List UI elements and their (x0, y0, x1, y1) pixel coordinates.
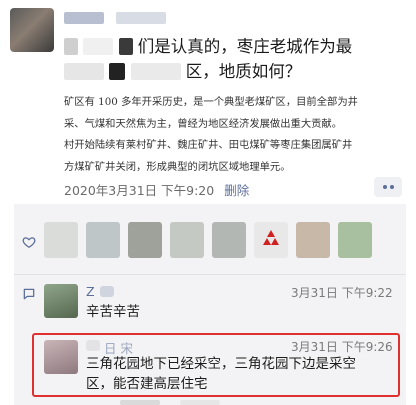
like-avatar[interactable] (128, 222, 162, 258)
like-avatar[interactable] (296, 222, 330, 258)
panel-divider (14, 274, 406, 275)
like-avatar[interactable] (212, 222, 246, 258)
like-avatar[interactable] (254, 222, 288, 258)
author-avatar[interactable] (10, 8, 54, 52)
excerpt-line: 方煤矿矿井关闭，形成典型的闭坑区域地理单元。 (64, 160, 291, 173)
dot-icon (382, 185, 387, 189)
post-title: 们是认真的，枣庄老城作为最 区，地质如何？ (64, 34, 404, 84)
author-name-redacted-2 (116, 12, 166, 24)
heart-icon (22, 237, 36, 249)
logo-icon (263, 230, 279, 245)
comment-icon (23, 288, 35, 300)
delete-link[interactable]: 删除 (224, 183, 249, 198)
commenter-avatar[interactable] (44, 284, 78, 318)
highlight-box (32, 333, 400, 397)
author-name-redacted[interactable] (64, 12, 104, 24)
post-meta: 2020年3月31日 下午9:20 删除 (64, 180, 249, 199)
post-timestamp: 2020年3月31日 下午9:20 (64, 183, 215, 198)
dot-icon (389, 185, 394, 189)
comment-time: 3月31日 下午9:22 (291, 286, 393, 300)
excerpt-line: 村开始陆续有莱村矿井、魏庄矿井、田屯煤矿等枣庄集团属矿井 (64, 139, 353, 151)
excerpt-line: 矿区有 100 多年开采历史，是一个典型老煤矿区，目前全部为井 (64, 96, 358, 108)
next-comment-avatar (180, 400, 220, 405)
more-options-button[interactable] (374, 177, 402, 197)
like-avatar[interactable] (170, 222, 204, 258)
like-avatar[interactable] (338, 222, 372, 258)
comment-text[interactable]: 辛苦辛苦 (86, 302, 140, 322)
next-comment-avatar (120, 400, 160, 405)
commenter-name[interactable]: Z (86, 284, 95, 299)
post-title-line2: 区，地质如何？ (185, 62, 302, 81)
like-avatar[interactable] (86, 222, 120, 258)
post-title-line1: 们是认真的，枣庄老城作为最 (137, 37, 353, 56)
article-excerpt[interactable]: 矿区有 100 多年开采历史，是一个典型老煤矿区，目前全部为井 采、气煤和天然焦… (64, 92, 404, 178)
like-avatar[interactable] (44, 222, 78, 258)
excerpt-line: 采、气煤和天然焦为主，曾经为地区经济发展做出重大贡献。 (64, 117, 343, 130)
commenter-name-redacted (100, 286, 114, 297)
